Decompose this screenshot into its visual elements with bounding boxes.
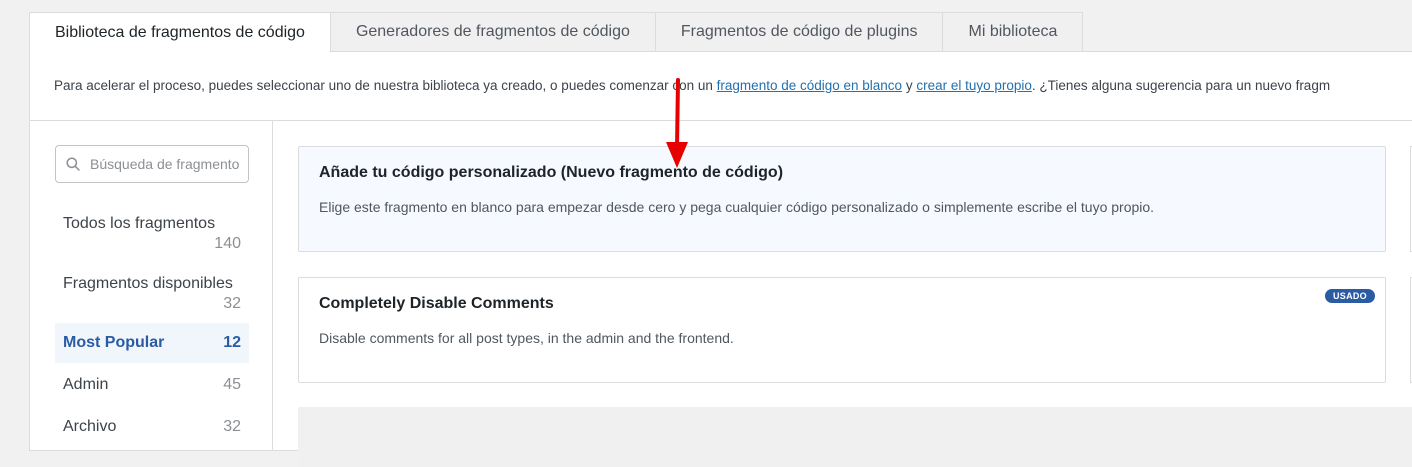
category-label: Archivo xyxy=(63,418,117,435)
card-title: Completely Disable Comments xyxy=(319,295,554,312)
library-panel: Para acelerar el proceso, puedes selecci… xyxy=(29,51,1412,467)
category-label: Most Popular xyxy=(63,334,165,351)
category-available-snippets[interactable]: Fragmentos disponibles 32 xyxy=(55,275,249,313)
red-arrow-annotation xyxy=(666,78,688,168)
card-title: Añade tu código personalizado (Nuevo fra… xyxy=(319,164,784,181)
snippet-card-disable-comments[interactable]: Completely Disable Comments Disable comm… xyxy=(298,277,1386,383)
tab-snippet-generators[interactable]: Generadores de fragmentos de código xyxy=(329,12,656,51)
blank-snippet-card[interactable]: Añade tu código personalizado (Nuevo fra… xyxy=(298,146,1386,252)
tab-my-library[interactable]: Mi biblioteca xyxy=(942,12,1084,51)
tab-plugin-snippets[interactable]: Fragmentos de código de plugins xyxy=(654,12,944,51)
sidebar-divider xyxy=(272,121,273,450)
header-divider xyxy=(30,120,1412,121)
snippet-search[interactable] xyxy=(55,145,249,183)
search-input[interactable] xyxy=(88,155,242,173)
snippet-card-partial[interactable] xyxy=(298,407,1412,467)
intro-text: Para acelerar el proceso, puedes selecci… xyxy=(54,78,1331,93)
category-admin[interactable]: Admin 45 xyxy=(55,365,249,405)
card-description: Elige este fragmento en blanco para empe… xyxy=(319,199,1155,215)
category-count: 45 xyxy=(223,376,241,393)
category-count: 140 xyxy=(214,235,241,252)
search-icon xyxy=(66,157,80,171)
category-count: 12 xyxy=(223,334,241,351)
card-description: Disable comments for all post types, in … xyxy=(319,330,734,346)
create-your-own-link[interactable]: crear el tuyo propio xyxy=(916,78,1032,93)
category-label: Todos los fragmentos xyxy=(63,215,216,232)
category-count: 32 xyxy=(223,418,241,435)
blank-snippet-link[interactable]: fragmento de código en blanco xyxy=(717,78,902,93)
tab-snippet-library[interactable]: Biblioteca de fragmentos de código xyxy=(29,12,331,52)
tab-bar: Biblioteca de fragmentos de código Gener… xyxy=(29,12,1084,52)
category-count: 32 xyxy=(223,295,241,312)
category-archive[interactable]: Archivo 32 xyxy=(55,407,249,447)
category-most-popular[interactable]: Most Popular 12 xyxy=(55,323,249,363)
category-label: Admin xyxy=(63,376,109,393)
category-label: Fragmentos disponibles xyxy=(63,275,233,292)
category-all-snippets[interactable]: Todos los fragmentos 140 xyxy=(55,215,249,253)
used-badge: USADO xyxy=(1324,289,1375,303)
